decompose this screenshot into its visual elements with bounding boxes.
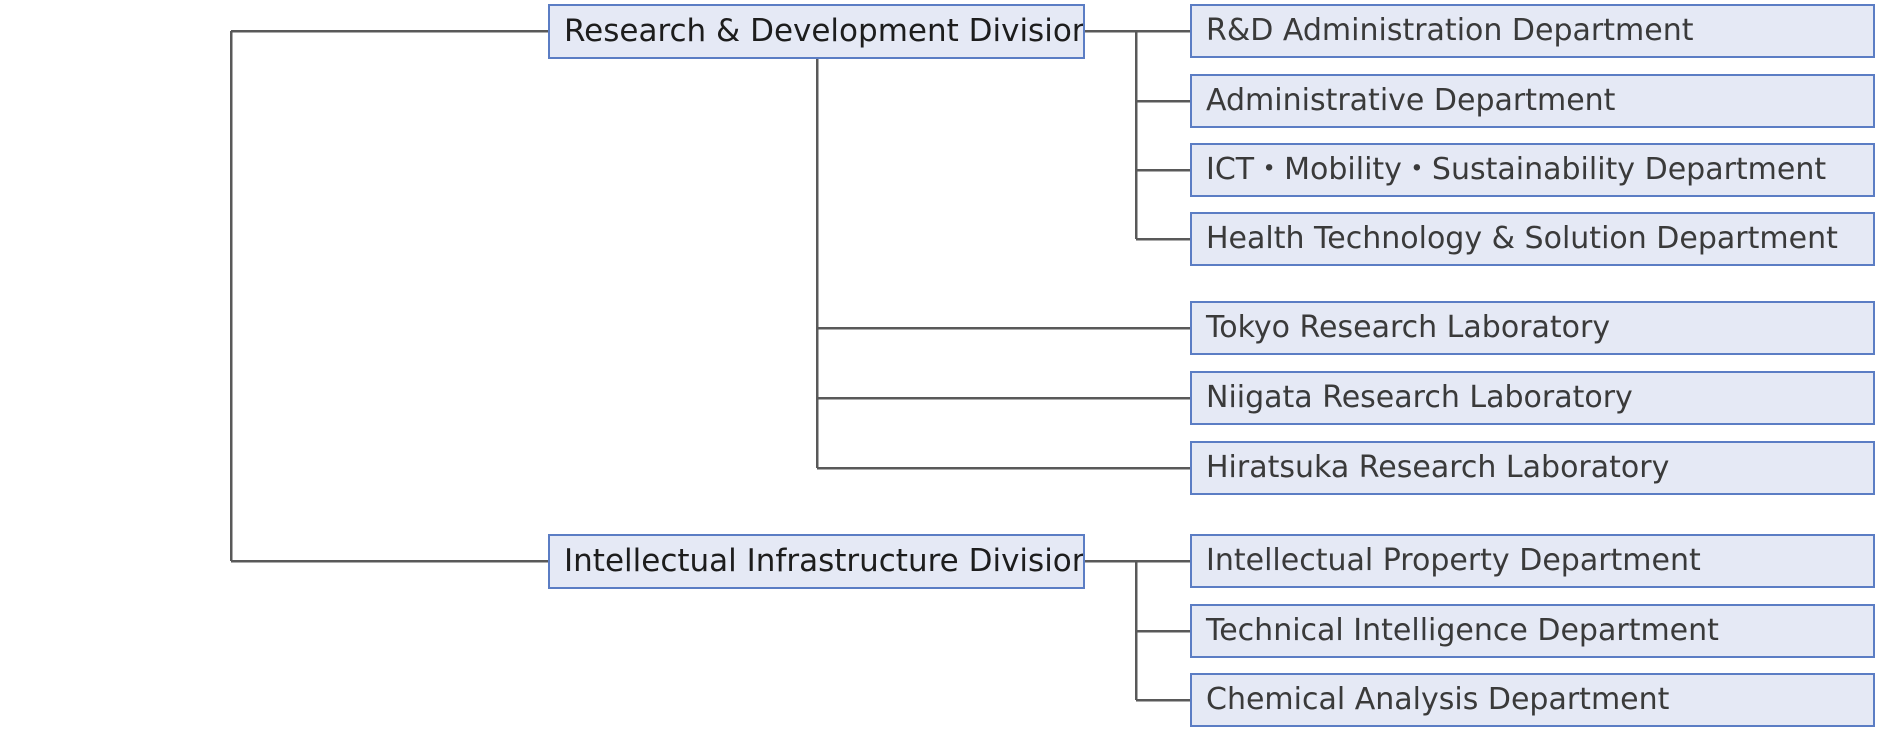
node-chemical-analysis-department-label: Chemical Analysis Department bbox=[1206, 682, 1670, 717]
node-rd-administration-department[interactable]: R&D Administration Department bbox=[1190, 4, 1875, 58]
node-health-technology-solution-department-label: Health Technology & Solution Department bbox=[1206, 221, 1838, 256]
node-health-technology-solution-department[interactable]: Health Technology & Solution Department bbox=[1190, 212, 1875, 266]
node-intellectual-property-department-label: Intellectual Property Department bbox=[1206, 543, 1701, 578]
node-technical-intelligence-department-label: Technical Intelligence Department bbox=[1206, 613, 1719, 648]
node-intellectual-infrastructure-division-label: Intellectual Infrastructure Division bbox=[564, 543, 1085, 579]
node-hiratsuka-research-laboratory[interactable]: Hiratsuka Research Laboratory bbox=[1190, 441, 1875, 495]
node-administrative-department[interactable]: Administrative Department bbox=[1190, 74, 1875, 128]
node-tokyo-research-laboratory-label: Tokyo Research Laboratory bbox=[1206, 310, 1611, 345]
node-intellectual-infrastructure-division[interactable]: Intellectual Infrastructure Division bbox=[548, 534, 1085, 589]
node-rd-administration-department-label: R&D Administration Department bbox=[1206, 13, 1694, 48]
node-administrative-department-label: Administrative Department bbox=[1206, 83, 1616, 118]
node-niigata-research-laboratory[interactable]: Niigata Research Laboratory bbox=[1190, 371, 1875, 425]
node-tokyo-research-laboratory[interactable]: Tokyo Research Laboratory bbox=[1190, 301, 1875, 355]
node-ict-mobility-sustainability-department[interactable]: ICT・Mobility・Sustainability Department bbox=[1190, 143, 1875, 197]
node-intellectual-property-department[interactable]: Intellectual Property Department bbox=[1190, 534, 1875, 588]
node-chemical-analysis-department[interactable]: Chemical Analysis Department bbox=[1190, 673, 1875, 727]
node-technical-intelligence-department[interactable]: Technical Intelligence Department bbox=[1190, 604, 1875, 658]
org-chart: Research & Development Division Intellec… bbox=[0, 0, 1880, 740]
node-hiratsuka-research-laboratory-label: Hiratsuka Research Laboratory bbox=[1206, 450, 1670, 485]
node-ict-mobility-sustainability-department-label: ICT・Mobility・Sustainability Department bbox=[1206, 152, 1827, 187]
node-rd-division[interactable]: Research & Development Division bbox=[548, 4, 1085, 59]
node-niigata-research-laboratory-label: Niigata Research Laboratory bbox=[1206, 380, 1633, 415]
node-rd-division-label: Research & Development Division bbox=[564, 13, 1085, 49]
